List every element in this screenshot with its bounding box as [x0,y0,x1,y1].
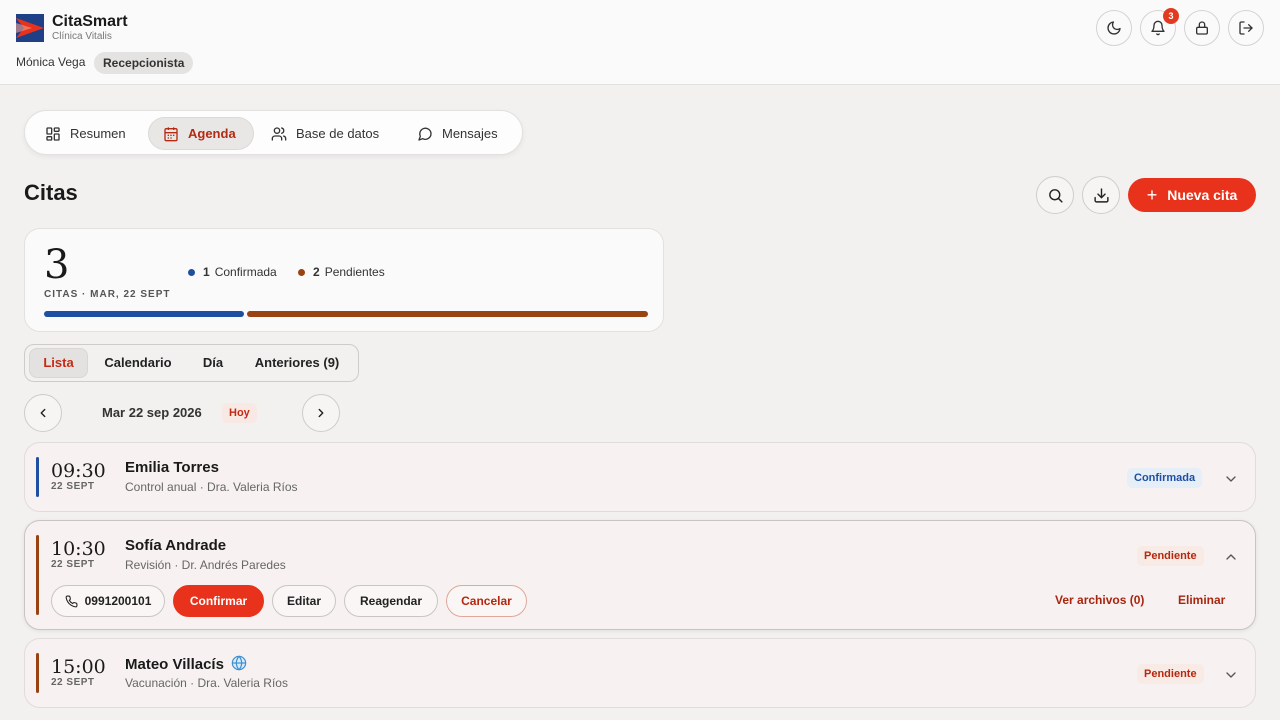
summary-subtitle: CITAS · MAR, 22 SEPT [44,289,171,300]
appointment-time: 15:00 [51,656,106,678]
patient-name: Emilia Torres [125,459,219,476]
lock-button[interactable] [1184,10,1220,46]
phone-number: 0991200101 [84,594,152,608]
role-badge: Recepcionista [94,52,194,74]
today-badge[interactable]: Hoy [222,403,257,423]
nav-item-base-de-datos[interactable]: Base de datos [257,117,397,150]
tab-anteriores[interactable]: Anteriores (9) [243,348,351,378]
logo-mark-icon [16,14,44,42]
chevron-left-icon [40,408,46,418]
appointment-description: Revisión · Dr. Andrés Paredes [125,558,286,572]
pending-label: Pendientes [324,265,385,279]
phone-icon [65,595,78,607]
appointments-count: 3 [44,242,70,288]
moon-icon [1107,21,1121,35]
nav-item-agenda[interactable]: Agenda [148,117,254,150]
status-accent-bar [36,457,39,497]
nav-label: Agenda [188,126,236,141]
download-icon [1093,187,1109,203]
dark-mode-button[interactable] [1096,10,1132,46]
status-accent-bar [36,653,39,693]
main-nav: Resumen Agenda Base de datos Mensajes [24,110,523,155]
confirmed-label: Confirmada [214,265,277,279]
grid-icon [46,126,60,141]
pending-dot [298,268,305,276]
cancel-button[interactable]: Cancelar [446,585,527,617]
appointment-date: 22 SEPT [51,677,95,688]
confirmed-dot [188,268,195,276]
patient-name: Sofía Andrade [125,537,227,554]
view-files-button[interactable]: Ver archivos (0) [1055,593,1144,607]
nav-label: Mensajes [442,126,498,141]
delete-button[interactable]: Eliminar [1178,593,1225,607]
status-badge: Pendiente [1137,546,1204,566]
reschedule-button[interactable]: Reagendar [344,585,438,617]
status-badge: Confirmada [1127,468,1203,488]
chat-icon [418,127,432,141]
appointment-time: 09:30 [51,460,106,482]
confirm-button[interactable]: Confirmar [173,585,264,617]
summary-card: 3 CITAS · MAR, 22 SEPT 1 Confirmada 2 Pe… [24,228,664,332]
current-date: Mar 22 sep 2026 [102,405,202,420]
appointment-description: Control anual · Dra. Valeria Ríos [125,480,298,494]
appointment-description: Vacunación · Dra. Valeria Ríos [125,676,288,690]
brand-name: CitaSmart [52,13,128,30]
prev-day-button[interactable] [24,394,62,432]
confirmed-count: 1 [203,265,210,279]
status-accent-bar [36,535,39,615]
appointment-card[interactable]: 15:00 22 SEPT Mateo Villacís Vacunación … [24,638,1256,708]
nav-item-mensajes[interactable]: Mensajes [403,117,519,150]
plus-icon: + [1146,185,1158,205]
view-tabs: Lista Calendario Día Anteriores (9) [24,344,359,382]
chevron-up-icon[interactable] [1223,549,1239,565]
lock-icon [1196,21,1208,35]
appointment-card[interactable]: 10:30 22 SEPT Sofía Andrade Revisión · D… [24,520,1256,630]
brand-subtitle: Clínica Vitalis [52,31,112,42]
legend-confirmed: 1 Confirmada [188,265,277,279]
nav-item-resumen[interactable]: Resumen [31,117,147,150]
tab-calendario[interactable]: Calendario [93,348,183,378]
search-icon [1048,188,1063,203]
users-icon [271,126,287,141]
call-phone-button[interactable]: 0991200101 [51,585,165,617]
patient-name-row: Mateo Villacís [125,655,247,673]
brand-logo [16,14,44,42]
appointment-card[interactable]: 09:30 22 SEPT Emilia Torres Control anua… [24,442,1256,512]
chevron-down-icon[interactable] [1223,667,1239,683]
download-button[interactable] [1082,176,1120,214]
nav-label: Resumen [70,126,126,141]
user-name: Mónica Vega [16,55,86,69]
chevron-right-icon [318,408,324,418]
new-appointment-label: Nueva cita [1167,187,1238,203]
pending-progress-bar [247,311,648,317]
new-appointment-button[interactable]: + Nueva cita [1128,178,1256,212]
edit-button[interactable]: Editar [272,585,336,617]
legend-pending: 2 Pendientes [298,265,385,279]
pending-count: 2 [313,265,320,279]
search-button[interactable] [1036,176,1074,214]
notification-count-badge: 3 [1163,8,1179,24]
appointment-time: 10:30 [51,538,106,560]
page-title: Citas [24,180,78,205]
patient-name: Mateo Villacís [125,656,224,673]
bell-icon [1151,20,1165,36]
appointment-date: 22 SEPT [51,559,95,570]
calendar-icon [164,126,178,141]
next-day-button[interactable] [302,394,340,432]
status-badge: Pendiente [1137,664,1204,684]
tab-dia[interactable]: Día [191,348,235,378]
nav-label: Base de datos [296,126,380,141]
app-header: CitaSmart Clínica Vitalis Mónica Vega Re… [0,0,1280,85]
tab-lista[interactable]: Lista [29,348,88,378]
confirmed-progress-bar [44,311,244,317]
logout-button[interactable] [1228,10,1264,46]
globe-icon [231,655,247,671]
chevron-down-icon[interactable] [1223,471,1239,487]
logout-icon [1239,21,1253,35]
notifications-button[interactable]: 3 [1140,8,1179,46]
appointment-date: 22 SEPT [51,481,95,492]
